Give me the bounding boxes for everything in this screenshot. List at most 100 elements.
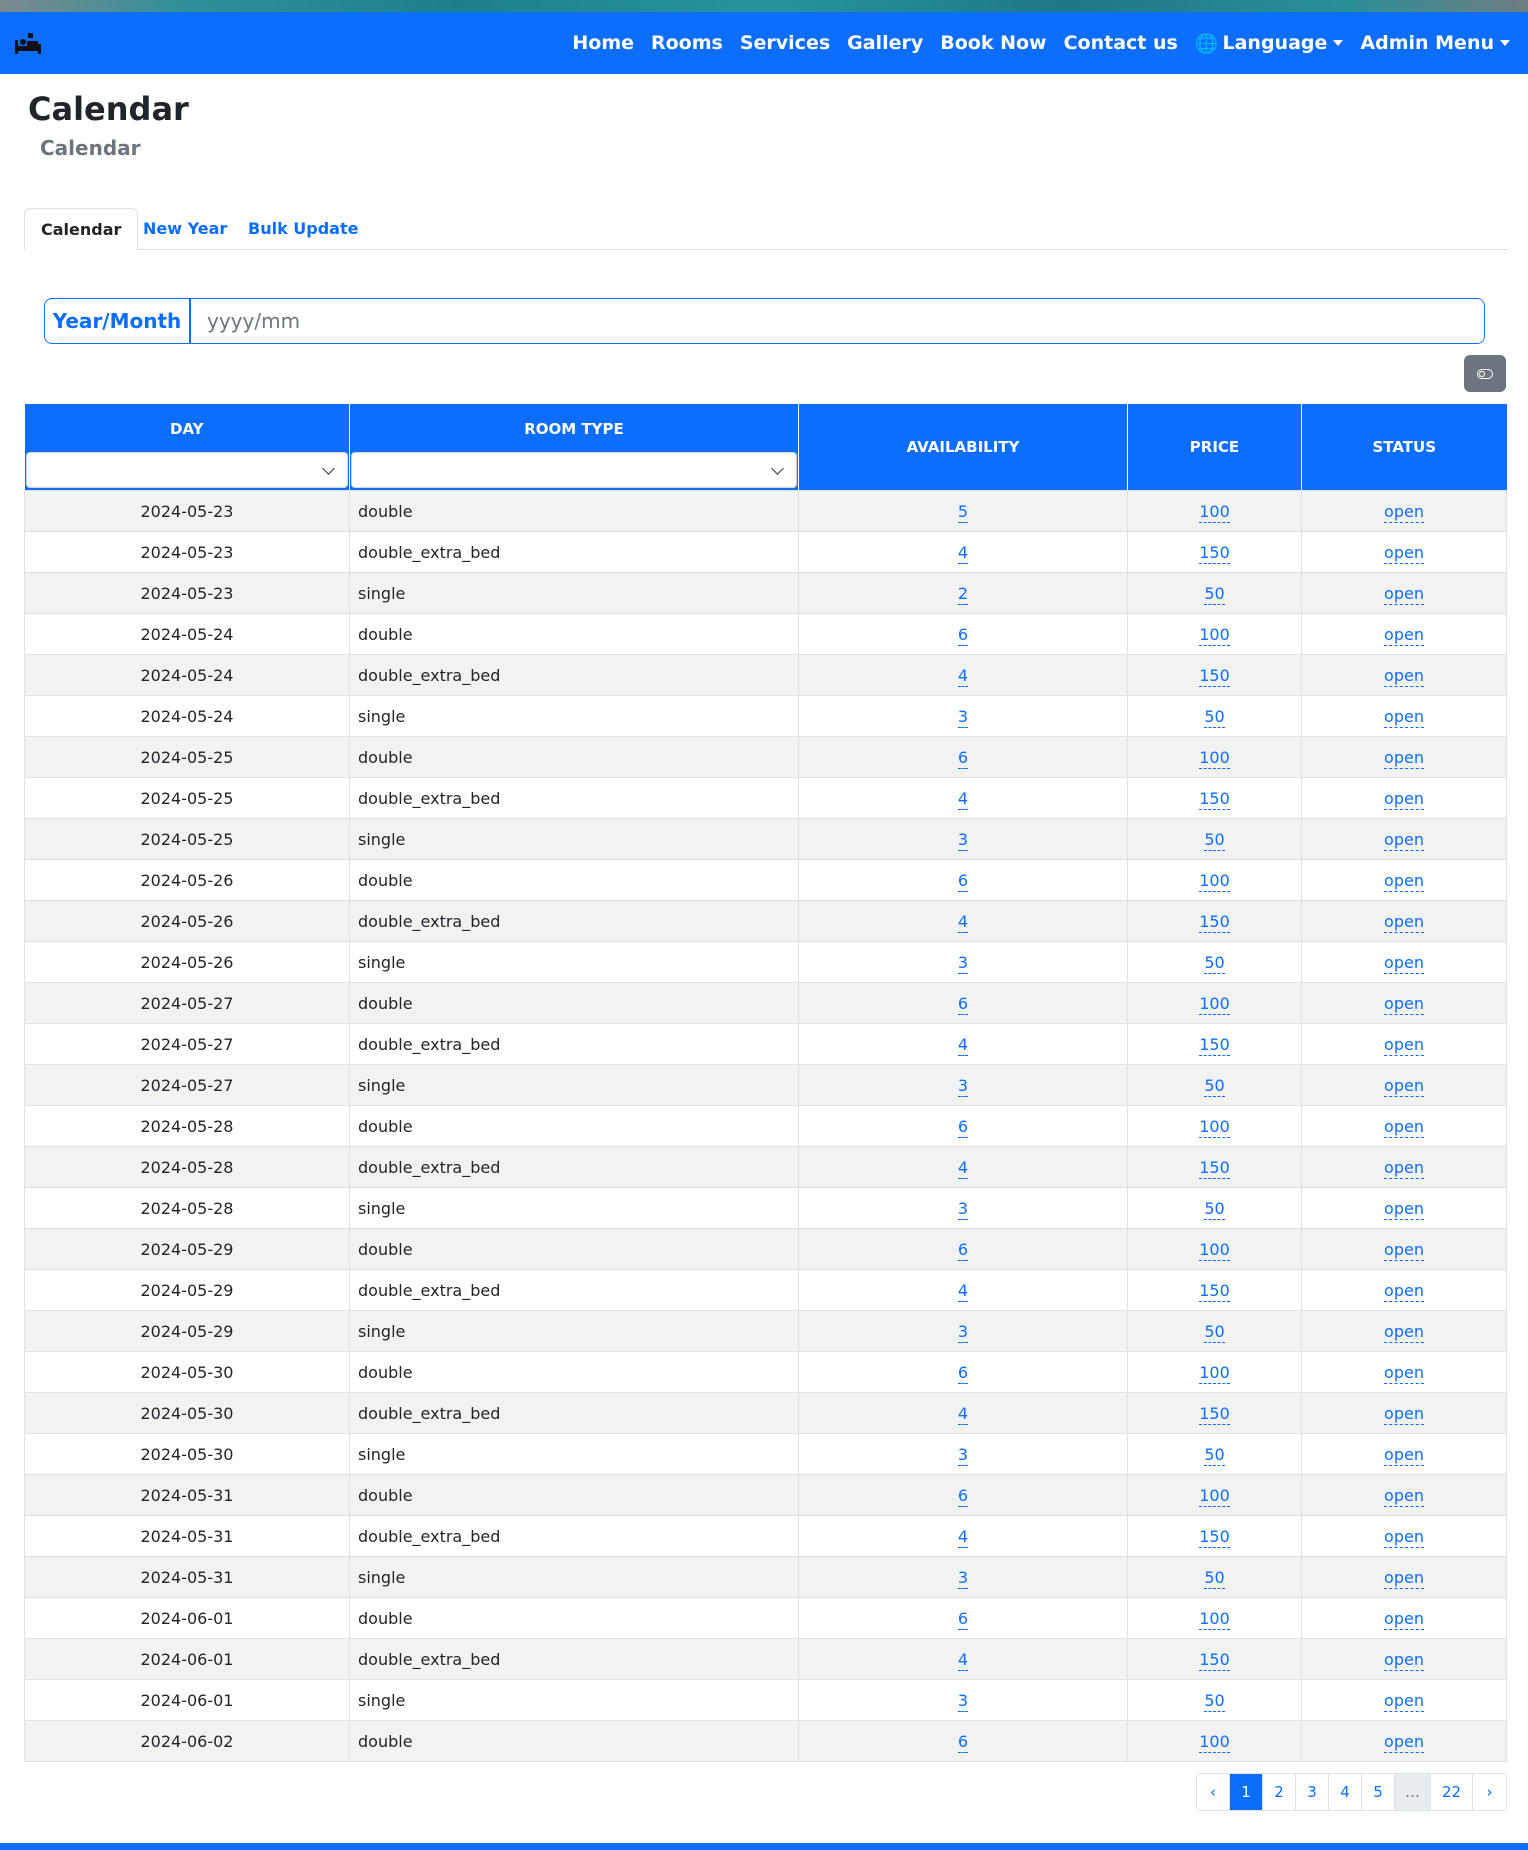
availability-editable-link[interactable]: 3 xyxy=(957,1075,969,1097)
availability-editable-link[interactable]: 5 xyxy=(957,501,969,523)
availability-editable-link[interactable]: 4 xyxy=(957,1403,969,1425)
availability-editable-link[interactable]: 3 xyxy=(957,1321,969,1343)
tab-calendar[interactable]: Calendar xyxy=(24,208,139,250)
pagination-page-3[interactable]: 3 xyxy=(1296,1774,1329,1810)
status-editable-link[interactable]: open xyxy=(1384,583,1424,605)
price-editable-link[interactable]: 150 xyxy=(1199,1157,1230,1179)
availability-editable-link[interactable]: 6 xyxy=(957,1239,969,1261)
hotel-bed-icon[interactable] xyxy=(14,32,42,56)
availability-editable-link[interactable]: 6 xyxy=(957,747,969,769)
status-editable-link[interactable]: open xyxy=(1384,788,1424,810)
price-editable-link[interactable]: 50 xyxy=(1204,1444,1225,1466)
header-availability[interactable]: AVAILABILITY xyxy=(798,404,1128,491)
nav-home[interactable]: Home xyxy=(572,32,634,54)
price-editable-link[interactable]: 150 xyxy=(1199,1649,1230,1671)
availability-editable-link[interactable]: 4 xyxy=(957,1649,969,1671)
price-editable-link[interactable]: 50 xyxy=(1204,1567,1225,1589)
price-editable-link[interactable]: 50 xyxy=(1204,952,1225,974)
price-editable-link[interactable]: 150 xyxy=(1199,542,1230,564)
status-editable-link[interactable]: open xyxy=(1384,911,1424,933)
availability-editable-link[interactable]: 3 xyxy=(957,952,969,974)
nav-rooms[interactable]: Rooms xyxy=(651,32,723,54)
price-editable-link[interactable]: 100 xyxy=(1199,1116,1230,1138)
status-editable-link[interactable]: open xyxy=(1384,1075,1424,1097)
price-editable-link[interactable]: 100 xyxy=(1199,624,1230,646)
price-editable-link[interactable]: 150 xyxy=(1199,1403,1230,1425)
status-editable-link[interactable]: open xyxy=(1384,706,1424,728)
availability-editable-link[interactable]: 4 xyxy=(957,1526,969,1548)
price-editable-link[interactable]: 100 xyxy=(1199,747,1230,769)
status-editable-link[interactable]: open xyxy=(1384,1649,1424,1671)
price-editable-link[interactable]: 100 xyxy=(1199,1731,1230,1753)
status-editable-link[interactable]: open xyxy=(1384,1116,1424,1138)
status-editable-link[interactable]: open xyxy=(1384,952,1424,974)
nav-book-now[interactable]: Book Now xyxy=(940,32,1046,54)
pagination-next[interactable]: › xyxy=(1473,1774,1506,1810)
status-editable-link[interactable]: open xyxy=(1384,1403,1424,1425)
price-editable-link[interactable]: 50 xyxy=(1204,583,1225,605)
tab-bulk-update[interactable]: Bulk Update xyxy=(232,208,374,249)
availability-editable-link[interactable]: 4 xyxy=(957,1034,969,1056)
availability-editable-link[interactable]: 4 xyxy=(957,911,969,933)
price-editable-link[interactable]: 50 xyxy=(1204,706,1225,728)
price-editable-link[interactable]: 50 xyxy=(1204,1198,1225,1220)
availability-editable-link[interactable]: 4 xyxy=(957,665,969,687)
column-toggle-button[interactable] xyxy=(1464,355,1506,392)
price-editable-link[interactable]: 50 xyxy=(1204,829,1225,851)
admin-menu-dropdown[interactable]: Admin Menu xyxy=(1360,32,1510,54)
status-editable-link[interactable]: open xyxy=(1384,993,1424,1015)
availability-editable-link[interactable]: 6 xyxy=(957,1485,969,1507)
availability-editable-link[interactable]: 3 xyxy=(957,1567,969,1589)
nav-services[interactable]: Services xyxy=(740,32,830,54)
status-editable-link[interactable]: open xyxy=(1384,1321,1424,1343)
price-editable-link[interactable]: 150 xyxy=(1199,788,1230,810)
status-editable-link[interactable]: open xyxy=(1384,1362,1424,1384)
availability-editable-link[interactable]: 6 xyxy=(957,624,969,646)
status-editable-link[interactable]: open xyxy=(1384,1198,1424,1220)
availability-editable-link[interactable]: 6 xyxy=(957,1362,969,1384)
header-day-label[interactable]: DAY xyxy=(25,406,350,452)
language-dropdown[interactable]: 🌐 Language xyxy=(1195,32,1344,55)
status-editable-link[interactable]: open xyxy=(1384,665,1424,687)
status-editable-link[interactable]: open xyxy=(1384,1157,1424,1179)
status-editable-link[interactable]: open xyxy=(1384,747,1424,769)
status-editable-link[interactable]: open xyxy=(1384,1608,1424,1630)
nav-gallery[interactable]: Gallery xyxy=(847,32,923,54)
tab-new-year[interactable]: New Year xyxy=(127,208,243,249)
status-editable-link[interactable]: open xyxy=(1384,1239,1424,1261)
availability-editable-link[interactable]: 3 xyxy=(957,1690,969,1712)
availability-editable-link[interactable]: 6 xyxy=(957,1116,969,1138)
price-editable-link[interactable]: 150 xyxy=(1199,1280,1230,1302)
status-editable-link[interactable]: open xyxy=(1384,1280,1424,1302)
status-editable-link[interactable]: open xyxy=(1384,1485,1424,1507)
availability-editable-link[interactable]: 4 xyxy=(957,542,969,564)
day-filter-select[interactable] xyxy=(25,451,348,488)
price-editable-link[interactable]: 100 xyxy=(1199,501,1230,523)
availability-editable-link[interactable]: 4 xyxy=(957,1280,969,1302)
price-editable-link[interactable]: 50 xyxy=(1204,1321,1225,1343)
availability-editable-link[interactable]: 3 xyxy=(957,1444,969,1466)
status-editable-link[interactable]: open xyxy=(1384,1731,1424,1753)
price-editable-link[interactable]: 100 xyxy=(1199,1485,1230,1507)
price-editable-link[interactable]: 100 xyxy=(1199,1608,1230,1630)
availability-editable-link[interactable]: 6 xyxy=(957,870,969,892)
status-editable-link[interactable]: open xyxy=(1384,1567,1424,1589)
header-price[interactable]: PRICE xyxy=(1127,404,1302,491)
status-editable-link[interactable]: open xyxy=(1384,1526,1424,1548)
header-status[interactable]: STATUS xyxy=(1301,404,1507,491)
availability-editable-link[interactable]: 6 xyxy=(957,1731,969,1753)
status-editable-link[interactable]: open xyxy=(1384,1034,1424,1056)
status-editable-link[interactable]: open xyxy=(1384,501,1424,523)
pagination-page-22[interactable]: 22 xyxy=(1431,1774,1473,1810)
status-editable-link[interactable]: open xyxy=(1384,624,1424,646)
status-editable-link[interactable]: open xyxy=(1384,870,1424,892)
price-editable-link[interactable]: 100 xyxy=(1199,993,1230,1015)
status-editable-link[interactable]: open xyxy=(1384,542,1424,564)
price-editable-link[interactable]: 100 xyxy=(1199,870,1230,892)
availability-editable-link[interactable]: 6 xyxy=(957,993,969,1015)
price-editable-link[interactable]: 50 xyxy=(1204,1075,1225,1097)
header-room-type-label[interactable]: ROOM TYPE xyxy=(350,406,798,452)
availability-editable-link[interactable]: 3 xyxy=(957,706,969,728)
pagination-page-5[interactable]: 5 xyxy=(1362,1774,1395,1810)
nav-contact-us[interactable]: Contact us xyxy=(1064,32,1178,54)
